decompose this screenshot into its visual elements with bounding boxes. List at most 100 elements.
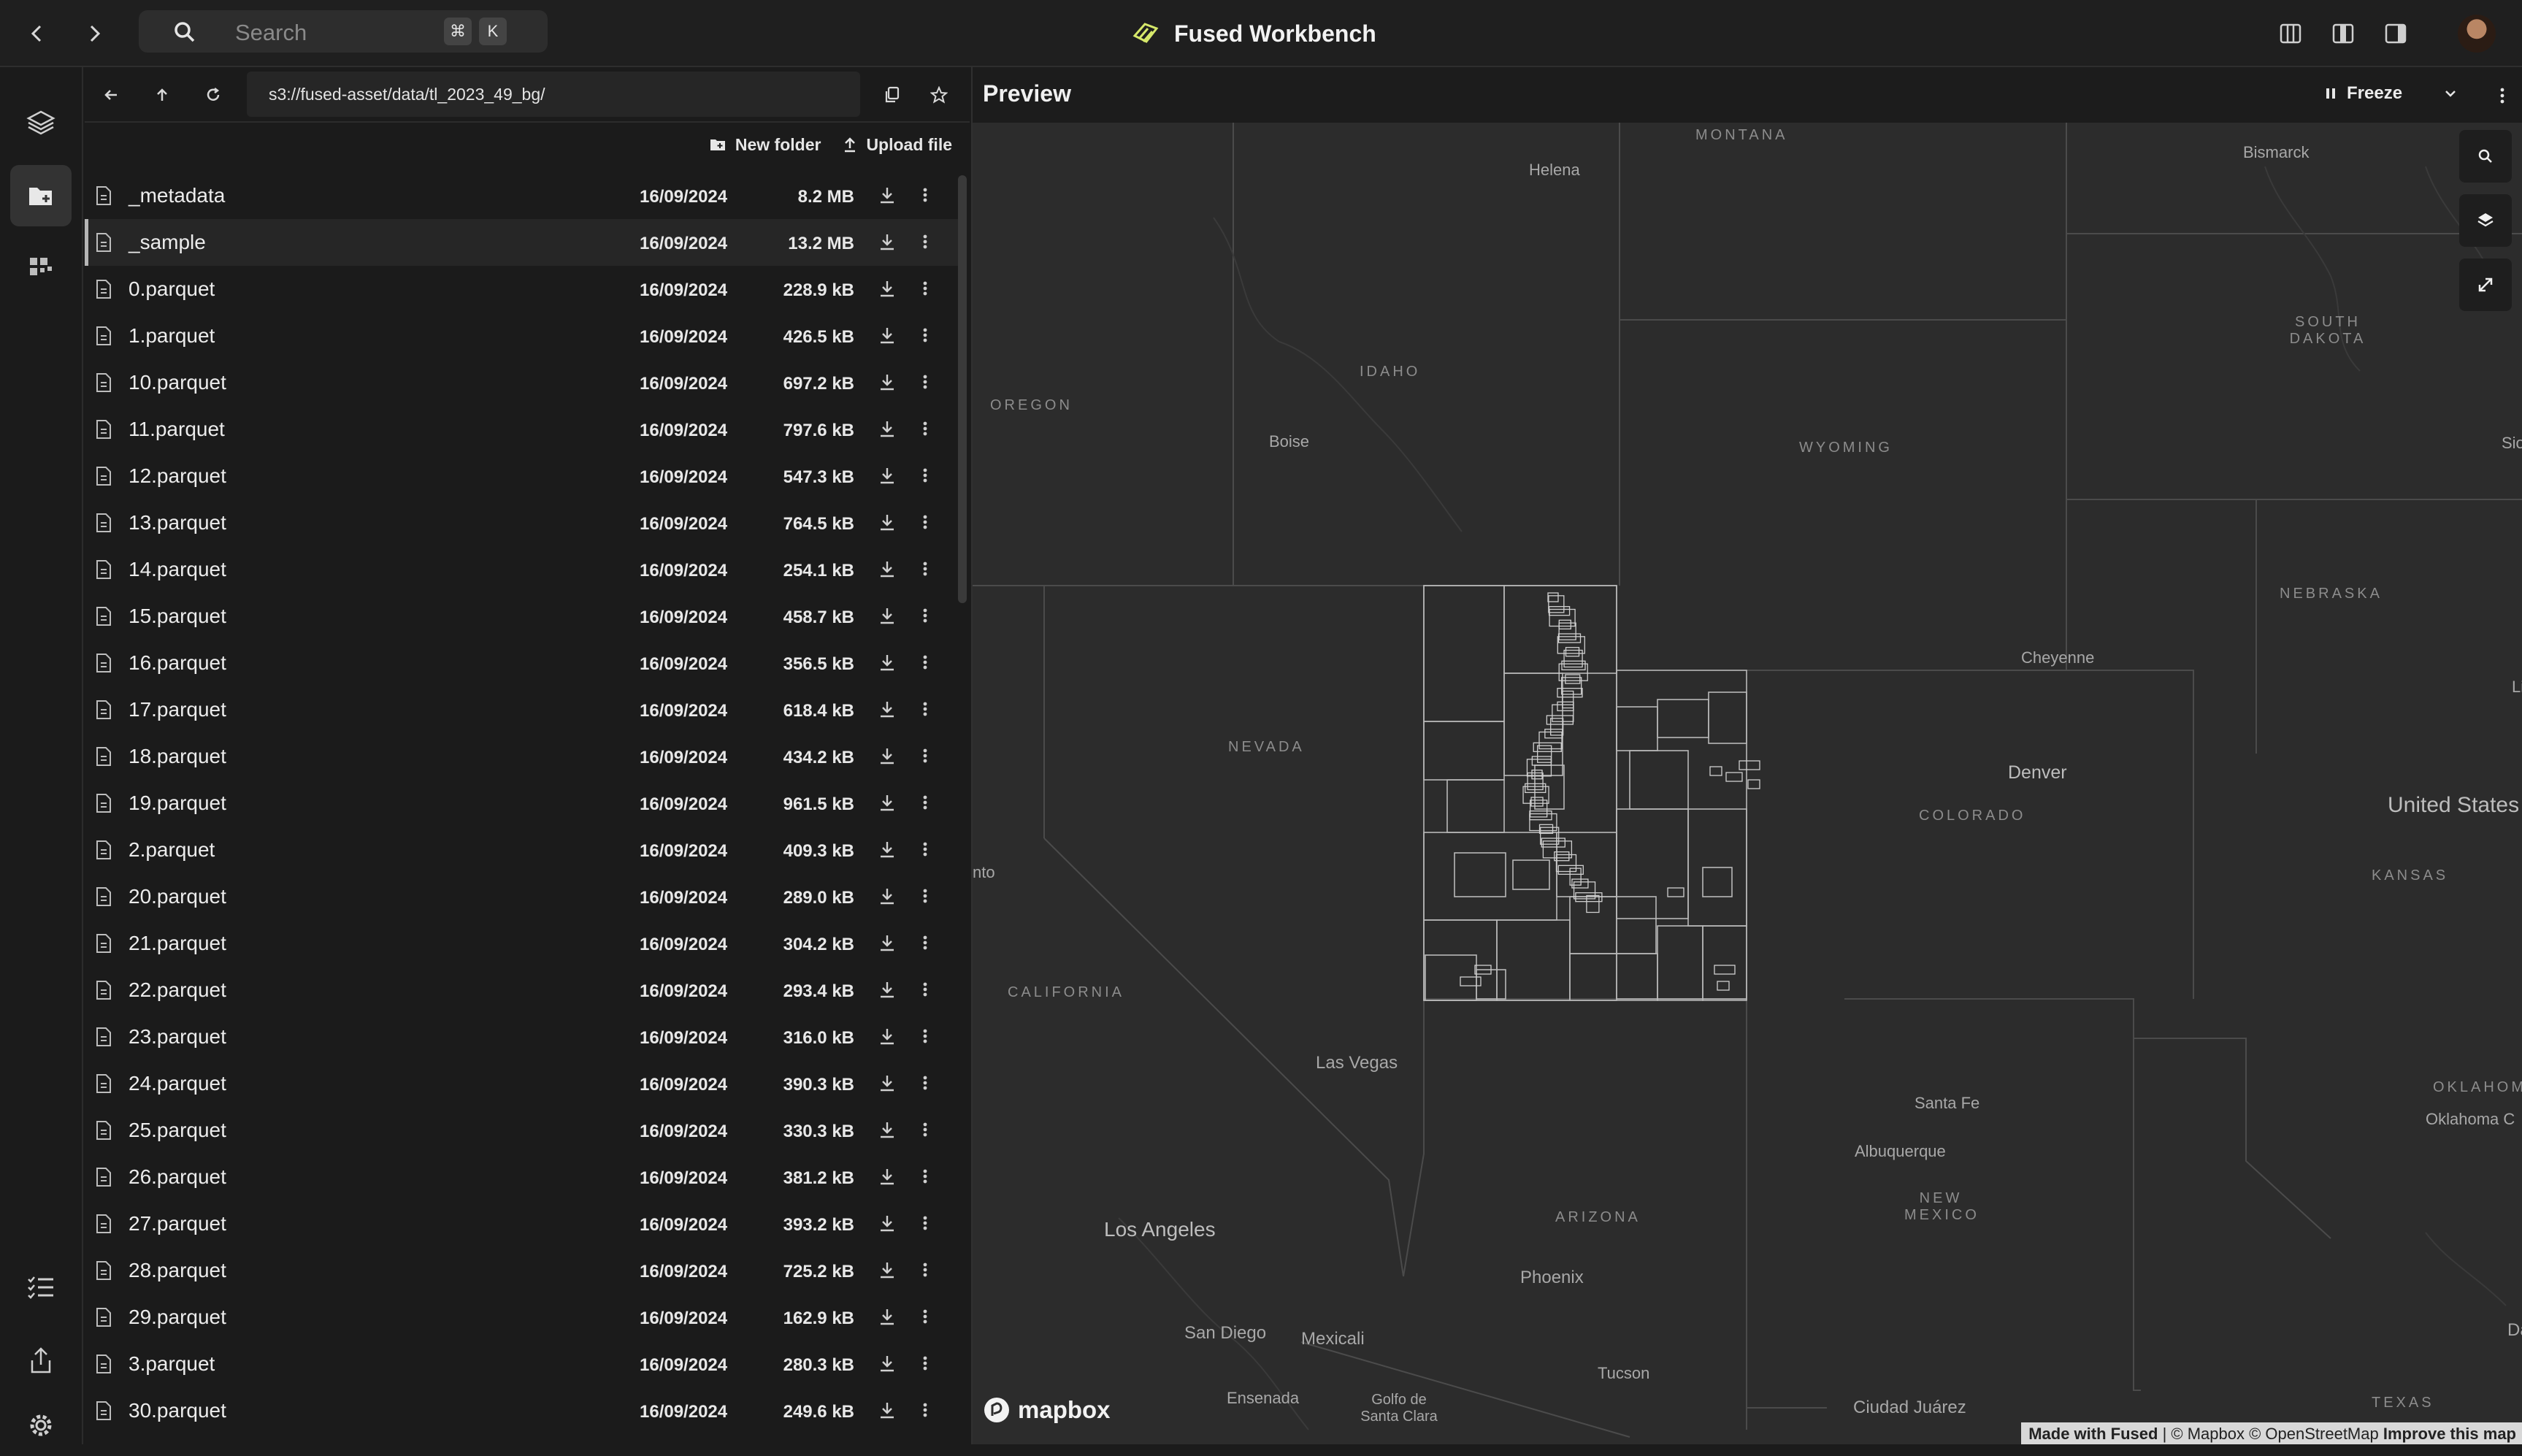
download-icon[interactable]: [878, 325, 897, 345]
file-row[interactable]: 16.parquet 16/09/2024 356.5 kB: [85, 640, 961, 686]
file-list-scrollbar[interactable]: [958, 175, 967, 603]
path-input[interactable]: s3://fused-asset/data/tl_2023_49_bg/: [247, 72, 860, 117]
download-icon[interactable]: [878, 1166, 897, 1187]
file-row[interactable]: 19.parquet 16/09/2024 961.5 kB: [85, 780, 961, 827]
file-row[interactable]: _metadata 16/09/2024 8.2 MB: [85, 172, 961, 219]
more-vertical-icon[interactable]: [921, 699, 929, 719]
file-row[interactable]: 0.parquet 16/09/2024 228.9 kB: [85, 266, 961, 313]
more-vertical-icon[interactable]: [921, 652, 929, 673]
more-vertical-icon[interactable]: [921, 185, 929, 205]
download-icon[interactable]: [878, 1306, 897, 1327]
map-layers-button[interactable]: [2459, 194, 2512, 247]
download-icon[interactable]: [878, 231, 897, 252]
download-icon[interactable]: [878, 1119, 897, 1140]
search-box[interactable]: Search ⌘ K: [139, 10, 548, 53]
rail-settings-button[interactable]: [10, 1395, 72, 1456]
more-vertical-icon[interactable]: [921, 1260, 929, 1280]
download-icon[interactable]: [878, 465, 897, 486]
file-row[interactable]: 1.parquet 16/09/2024 426.5 kB: [85, 313, 961, 359]
download-icon[interactable]: [878, 1213, 897, 1233]
download-icon[interactable]: [878, 1260, 897, 1280]
attribution-text[interactable]: | © Mapbox © OpenStreetMap: [2158, 1425, 2383, 1443]
download-icon[interactable]: [878, 605, 897, 626]
download-icon[interactable]: [878, 699, 897, 719]
more-vertical-icon[interactable]: [921, 1073, 929, 1093]
freeze-button[interactable]: Freeze: [2325, 83, 2458, 104]
more-vertical-icon[interactable]: [921, 1166, 929, 1187]
file-row[interactable]: 26.parquet 16/09/2024 381.2 kB: [85, 1154, 961, 1200]
file-row[interactable]: 12.parquet 16/09/2024 547.3 kB: [85, 453, 961, 499]
more-vertical-icon[interactable]: [921, 512, 929, 532]
more-vertical-icon[interactable]: [921, 1026, 929, 1046]
file-row[interactable]: 17.parquet 16/09/2024 618.4 kB: [85, 686, 961, 733]
rail-widgets-button[interactable]: [10, 238, 72, 299]
attribution-improve-link[interactable]: Improve this map: [2383, 1425, 2516, 1443]
map-fullscreen-button[interactable]: [2459, 258, 2512, 311]
file-row[interactable]: 23.parquet 16/09/2024 316.0 kB: [85, 1014, 961, 1060]
mapbox-logo[interactable]: mapbox: [983, 1396, 1111, 1424]
favorite-button[interactable]: [923, 79, 955, 111]
more-vertical-icon[interactable]: [921, 278, 929, 299]
attribution-made-with[interactable]: Made with Fused: [2028, 1425, 2158, 1443]
file-row[interactable]: 27.parquet 16/09/2024 393.2 kB: [85, 1200, 961, 1247]
more-vertical-icon[interactable]: [921, 231, 929, 252]
path-refresh-button[interactable]: [197, 79, 229, 111]
download-icon[interactable]: [878, 372, 897, 392]
download-icon[interactable]: [878, 746, 897, 766]
download-icon[interactable]: [878, 886, 897, 906]
file-row[interactable]: 14.parquet 16/09/2024 254.1 kB: [85, 546, 961, 593]
more-vertical-icon[interactable]: [921, 1353, 929, 1373]
more-vertical-icon[interactable]: [921, 325, 929, 345]
download-icon[interactable]: [878, 1073, 897, 1093]
preview-more-button[interactable]: [2491, 85, 2513, 107]
download-icon[interactable]: [878, 418, 897, 439]
rail-layers-button[interactable]: [10, 92, 72, 153]
file-row[interactable]: 29.parquet 16/09/2024 162.9 kB: [85, 1294, 961, 1341]
download-icon[interactable]: [878, 278, 897, 299]
upload-file-button[interactable]: Upload file: [843, 135, 952, 155]
file-row[interactable]: 20.parquet 16/09/2024 289.0 kB: [85, 873, 961, 920]
file-row[interactable]: 25.parquet 16/09/2024 330.3 kB: [85, 1107, 961, 1154]
file-row[interactable]: 13.parquet 16/09/2024 764.5 kB: [85, 499, 961, 546]
more-vertical-icon[interactable]: [921, 465, 929, 486]
copy-path-button[interactable]: [876, 79, 908, 111]
download-icon[interactable]: [878, 839, 897, 859]
more-vertical-icon[interactable]: [921, 372, 929, 392]
path-back-button[interactable]: [95, 79, 127, 111]
file-row[interactable]: 2.parquet 16/09/2024 409.3 kB: [85, 827, 961, 873]
download-icon[interactable]: [878, 792, 897, 813]
layout-split-button[interactable]: [2274, 18, 2307, 50]
rail-files-button[interactable]: [10, 165, 72, 226]
more-vertical-icon[interactable]: [921, 559, 929, 579]
more-vertical-icon[interactable]: [921, 1213, 929, 1233]
file-row[interactable]: 10.parquet 16/09/2024 697.2 kB: [85, 359, 961, 406]
rail-checklist-button[interactable]: [10, 1257, 72, 1319]
download-icon[interactable]: [878, 1400, 897, 1420]
file-row[interactable]: 30.parquet 16/09/2024 249.6 kB: [85, 1387, 961, 1434]
back-button[interactable]: [19, 16, 54, 51]
path-up-button[interactable]: [146, 79, 178, 111]
more-vertical-icon[interactable]: [921, 1119, 929, 1140]
file-row[interactable]: 3.parquet 16/09/2024 280.3 kB: [85, 1341, 961, 1387]
more-vertical-icon[interactable]: [921, 605, 929, 626]
more-vertical-icon[interactable]: [921, 979, 929, 1000]
download-icon[interactable]: [878, 979, 897, 1000]
more-vertical-icon[interactable]: [921, 1400, 929, 1420]
download-icon[interactable]: [878, 512, 897, 532]
more-vertical-icon[interactable]: [921, 792, 929, 813]
layout-right-button[interactable]: [2379, 18, 2412, 50]
layout-left-button[interactable]: [2326, 18, 2360, 50]
new-folder-button[interactable]: New folder: [709, 135, 821, 155]
map-view[interactable]: MONTANA Helena Bismarck SOUTH DAKOTA IDA…: [973, 123, 2522, 1444]
more-vertical-icon[interactable]: [921, 418, 929, 439]
download-icon[interactable]: [878, 559, 897, 579]
file-row[interactable]: 11.parquet 16/09/2024 797.6 kB: [85, 406, 961, 453]
download-icon[interactable]: [878, 652, 897, 673]
more-vertical-icon[interactable]: [921, 746, 929, 766]
avatar[interactable]: [2458, 15, 2496, 53]
file-row[interactable]: _sample 16/09/2024 13.2 MB: [85, 219, 961, 266]
file-row[interactable]: 24.parquet 16/09/2024 390.3 kB: [85, 1060, 961, 1107]
more-vertical-icon[interactable]: [921, 839, 929, 859]
forward-button[interactable]: [77, 16, 112, 51]
more-vertical-icon[interactable]: [921, 932, 929, 953]
